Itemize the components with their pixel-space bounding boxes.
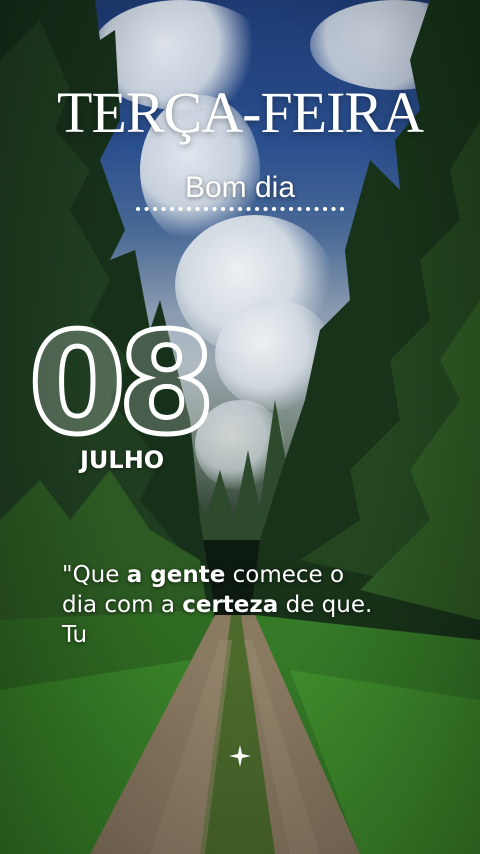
greeting-text: Bom dia (184, 171, 296, 204)
quote-emphasis: certeza (182, 592, 279, 618)
quote-fragment: "Que (62, 562, 127, 588)
month-label: JULHO (80, 446, 165, 474)
day-number-text: 08 (29, 312, 208, 452)
quote-emphasis: a gente (126, 562, 226, 588)
quote-fragment: dia com a (62, 592, 183, 618)
quote-fragment: de que. (278, 592, 373, 618)
quote-fragment: comece o (225, 562, 345, 588)
dotted-underline (136, 207, 344, 211)
sparkle-icon (229, 745, 251, 767)
story-post: TERÇA-FEIRA Bom dia 08 JULHO "Que a gent… (0, 0, 480, 854)
day-number: 08 (26, 312, 218, 452)
quote-line-2: dia com a certeza de que. (62, 590, 442, 620)
quote-line-3: Tu (62, 622, 88, 648)
quote-text: "Que a gente comece o dia com a certeza … (62, 560, 442, 650)
weekday-title: TERÇA-FEIRA (57, 80, 424, 145)
quote-line-1: "Que a gente comece o (62, 560, 442, 590)
